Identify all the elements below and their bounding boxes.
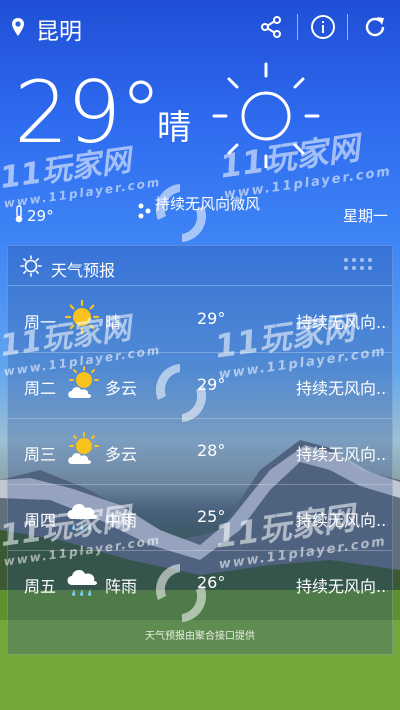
current-small-temp: 29° (14, 205, 54, 227)
forecast-day: 周四 (24, 511, 57, 530)
forecast-condition: 阵雨 (105, 577, 138, 596)
city-name[interactable]: 昆明 (36, 12, 82, 46)
rain-cloud-icon (64, 497, 100, 539)
forecast-row[interactable]: 周二 多云 29° 持续无风向... (8, 353, 392, 419)
forecast-wind: 持续无风向... (296, 511, 388, 530)
refresh-icon[interactable] (361, 13, 389, 41)
forecast-header: 天气预报 (8, 246, 392, 286)
forecast-row[interactable]: 周一 晴 29° 持续无风向... (8, 287, 392, 353)
current-info-row: 29° 持续无风向微风 星期一 (0, 195, 400, 243)
forecast-row[interactable]: 周三 多云 28° 持续无风向... (8, 419, 392, 485)
forecast-temp: 26° (197, 573, 226, 592)
forecast-wind: 持续无风向... (296, 313, 388, 332)
info-icon[interactable] (309, 13, 337, 41)
forecast-temp: 28° (197, 441, 226, 460)
forecast-title: 天气预报 (51, 261, 116, 280)
forecast-source-note: 天气预报由聚合接口提供 (145, 631, 255, 642)
current-weekday: 星期一 (342, 207, 388, 225)
sun-icon (212, 60, 320, 172)
forecast-row[interactable]: 周五 阵雨 26° 持续无风向... (8, 551, 392, 617)
top-bar: 昆明 (0, 0, 400, 56)
thermometer-icon (14, 205, 24, 227)
partly-cloudy-icon (64, 365, 100, 407)
forecast-condition: 中雨 (105, 511, 138, 530)
forecast-temp: 29° (197, 309, 226, 328)
forecast-row[interactable]: 周四 中雨 25° 持续无风向... (8, 485, 392, 551)
location-pin-icon (11, 17, 25, 41)
forecast-day: 周五 (24, 577, 57, 596)
forecast-condition: 晴 (105, 313, 122, 332)
forecast-wind: 持续无风向... (296, 445, 388, 464)
forecast-day: 周一 (24, 313, 57, 332)
current-condition: 晴 (157, 108, 191, 148)
forecast-day: 周二 (24, 379, 57, 398)
forecast-temp: 25° (197, 507, 226, 526)
forecast-temp: 29° (197, 375, 226, 394)
forecast-day: 周三 (24, 445, 57, 464)
forecast-panel: 天气预报 周一 晴 29° 持续无风向... 周二 多云 29° 持续无风向..… (7, 245, 393, 655)
sun-outline-icon (20, 255, 42, 281)
forecast-condition: 多云 (105, 379, 138, 398)
partly-cloudy-icon (64, 431, 100, 473)
sunny-icon (64, 299, 100, 339)
current-temperature: 29° (14, 63, 162, 163)
forecast-wind: 持续无风向... (296, 577, 388, 596)
rain-cloud-icon (64, 563, 100, 605)
menu-dots-icon[interactable] (342, 255, 378, 279)
forecast-condition: 多云 (105, 445, 138, 464)
share-icon[interactable] (257, 13, 285, 41)
wind-icon (137, 202, 151, 226)
forecast-wind: 持续无风向... (296, 379, 388, 398)
current-wind: 持续无风向微风 (137, 195, 273, 226)
